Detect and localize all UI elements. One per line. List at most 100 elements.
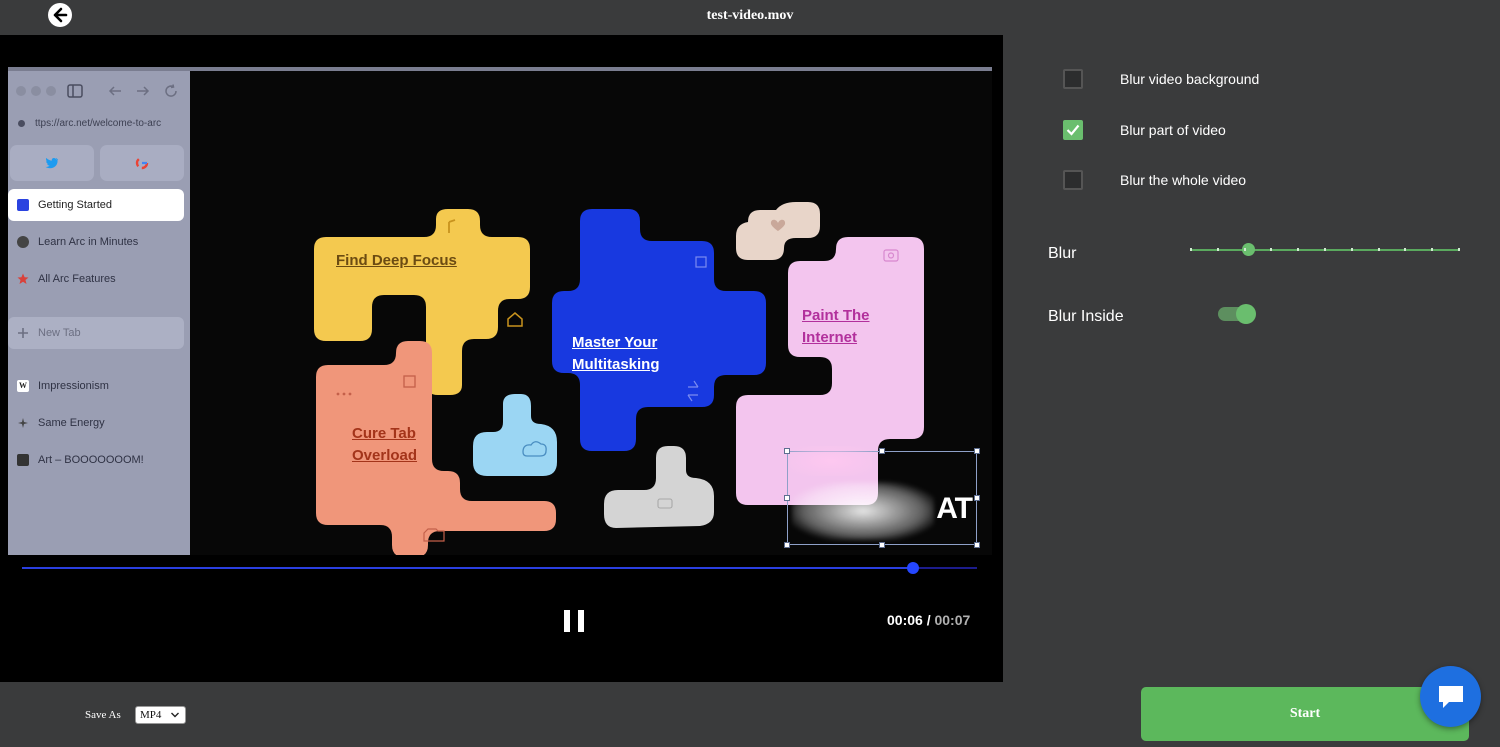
beige-tile — [736, 202, 820, 260]
option-label: Blur the whole video — [1120, 172, 1247, 188]
person-icon — [17, 236, 29, 248]
blur-slider[interactable] — [1190, 243, 1460, 256]
blurred-text: AT — [936, 492, 973, 525]
time-separator: / — [926, 612, 931, 628]
blur-inside-label: Blur Inside — [1048, 308, 1124, 325]
plus-icon — [18, 328, 28, 338]
tile-label-cure-line1: Cure Tab — [352, 425, 416, 442]
traffic-light — [31, 86, 41, 96]
tile-label-master-line2: Multitasking — [572, 356, 660, 373]
blur-whole-checkbox[interactable] — [1063, 170, 1083, 190]
slider-tick — [1270, 248, 1273, 251]
square-icon — [17, 199, 29, 211]
arrow-back-icon — [108, 86, 121, 96]
blur-inside-toggle[interactable] — [1218, 304, 1256, 324]
tab-label: Impressionism — [38, 380, 109, 392]
blur-region — [792, 482, 934, 540]
arc-sidebar: ttps://arc.net/welcome-to-arc Getting St… — [8, 71, 190, 555]
tab-label: Art – BOOOOOOOM! — [38, 454, 144, 466]
video-frame[interactable]: ttps://arc.net/welcome-to-arc Getting St… — [8, 67, 992, 555]
tab-label: Same Energy — [38, 417, 105, 429]
blur-background-checkbox[interactable] — [1063, 69, 1083, 89]
format-select[interactable]: MP4 — [135, 706, 186, 724]
resize-handle[interactable] — [784, 542, 790, 548]
progress-knob[interactable] — [907, 562, 919, 574]
film-icon — [17, 454, 29, 466]
sidebar-icon — [67, 84, 83, 98]
tab-label: Learn Arc in Minutes — [38, 236, 139, 248]
tab-label: All Arc Features — [38, 273, 116, 285]
tab-same-energy: Same Energy — [8, 407, 184, 439]
checkmark-icon — [1066, 124, 1080, 136]
progress-bar[interactable] — [22, 562, 977, 574]
duration: 00:07 — [934, 612, 971, 628]
video-player: ttps://arc.net/welcome-to-arc Getting St… — [0, 35, 1003, 682]
slider-tick — [1350, 248, 1353, 251]
save-as-label: Save As — [85, 709, 121, 721]
resize-handle[interactable] — [974, 495, 980, 501]
format-value: MP4 — [140, 709, 162, 721]
wikipedia-icon: W — [17, 380, 29, 392]
time-display: 00:06 / 00:07 — [887, 612, 970, 628]
gray-tile — [604, 446, 714, 528]
tab-getting-started: Getting Started — [8, 189, 184, 221]
tab-impressionism: W Impressionism — [8, 370, 184, 402]
star-icon — [17, 273, 29, 284]
light-blue-tile — [473, 394, 557, 476]
slider-tick — [1243, 248, 1246, 251]
toggle-knob — [1236, 304, 1256, 324]
pause-icon — [564, 610, 570, 632]
slider-tick — [1297, 248, 1300, 251]
tab-art-boooom: Art – BOOOOOOOM! — [8, 444, 184, 476]
tab-all-arc-features: All Arc Features — [8, 263, 184, 295]
resize-handle[interactable] — [974, 542, 980, 548]
tab-learn-arc: Learn Arc in Minutes — [8, 226, 184, 258]
pinned-google — [100, 145, 184, 181]
traffic-light — [16, 86, 26, 96]
tile-label-paint-line2: Internet — [802, 329, 858, 346]
top-bar: test-video.mov — [0, 0, 1500, 35]
pause-button[interactable] — [564, 610, 584, 632]
slider-tick — [1216, 248, 1219, 251]
tab-label: New Tab — [38, 327, 81, 339]
chat-button[interactable] — [1420, 666, 1481, 727]
slider-tick — [1404, 248, 1407, 251]
tab-label: Getting Started — [38, 199, 112, 211]
chevron-down-icon — [171, 712, 179, 718]
option-blur-background[interactable]: Blur video background — [1063, 69, 1259, 89]
bottom-bar: Save As MP4 Start — [0, 682, 1500, 747]
site-icon — [18, 120, 25, 127]
resize-handle[interactable] — [879, 542, 885, 548]
tile-label-master-line1: Master Your — [572, 334, 658, 351]
traffic-light — [46, 86, 56, 96]
resize-handle[interactable] — [784, 495, 790, 501]
option-label: Blur video background — [1120, 71, 1260, 87]
twitter-icon — [45, 157, 58, 169]
current-time: 00:06 — [887, 612, 923, 628]
blur-label: Blur — [1048, 245, 1077, 262]
option-blur-whole[interactable]: Blur the whole video — [1063, 170, 1246, 190]
blur-selection-box[interactable]: AT — [784, 446, 980, 548]
tab-new-tab: New Tab — [8, 317, 184, 349]
slider-tick — [1324, 248, 1326, 251]
google-icon — [135, 156, 149, 170]
slider-tick — [1377, 248, 1380, 251]
slider-tick — [1190, 248, 1192, 251]
option-label: Blur part of video — [1120, 122, 1226, 138]
blur-part-checkbox[interactable] — [1063, 120, 1083, 140]
sparkle-icon — [18, 418, 28, 428]
slider-tick — [1458, 248, 1460, 251]
progress-fill — [22, 567, 913, 569]
file-title: test-video.mov — [706, 8, 794, 23]
resize-handle[interactable] — [974, 448, 980, 454]
option-blur-part[interactable]: Blur part of video — [1063, 120, 1226, 140]
pause-icon — [578, 610, 584, 632]
chat-icon — [1438, 685, 1463, 708]
refresh-icon — [165, 84, 177, 97]
blue-tile — [552, 209, 766, 451]
resize-handle[interactable] — [784, 448, 790, 454]
blur-region — [790, 446, 872, 476]
slider-tick — [1431, 248, 1434, 251]
resize-handle[interactable] — [879, 448, 885, 454]
tile-label-find-focus: Find Deep Focus — [336, 252, 457, 269]
